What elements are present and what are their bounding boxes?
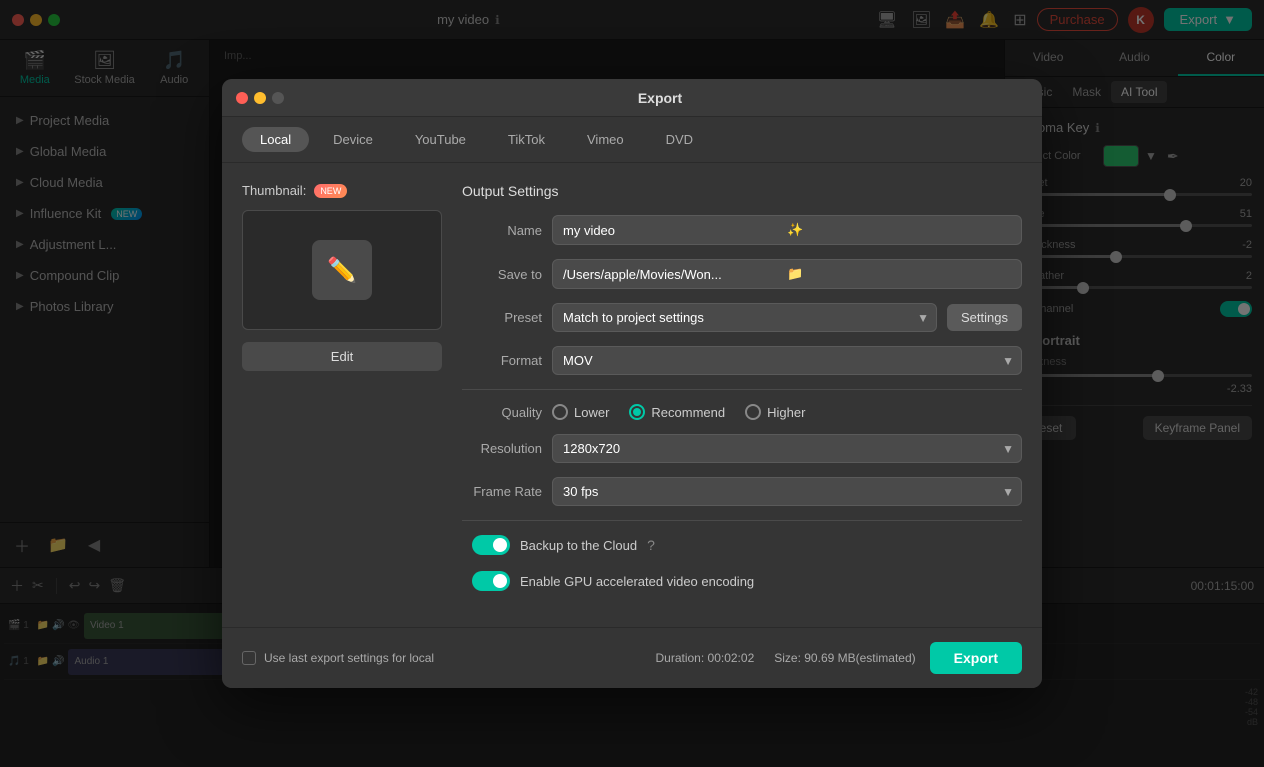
duration-value: 00:02:02 — [708, 651, 755, 665]
export-modal: Export Local Device YouTube TikTok Vimeo… — [222, 79, 1042, 688]
modal-close-dot[interactable] — [236, 92, 248, 104]
last-settings-checkbox[interactable] — [242, 651, 256, 665]
modal-title: Export — [292, 90, 1028, 106]
footer-info: Duration: 00:02:02 Size: 90.69 MB(estima… — [655, 651, 915, 665]
recommend-label: Recommend — [651, 405, 725, 420]
thumbnail-label: Thumbnail: NEW — [242, 183, 442, 198]
gpu-toggle[interactable] — [472, 571, 510, 591]
format-select[interactable]: MOV — [552, 346, 1022, 375]
backup-help-icon[interactable]: ? — [647, 537, 655, 553]
framerate-row: Frame Rate 30 fps ▼ — [462, 477, 1022, 506]
preset-select[interactable]: Match to project settings — [552, 303, 937, 332]
higher-radio-circle — [745, 404, 761, 420]
preset-row: Preset Match to project settings ▼ Setti… — [462, 303, 1022, 332]
modal-footer: Use last export settings for local Durat… — [222, 627, 1042, 688]
backup-label: Backup to the Cloud — [520, 538, 637, 553]
format-label: Format — [462, 353, 542, 368]
preset-label: Preset — [462, 310, 542, 325]
last-settings-label: Use last export settings for local — [264, 651, 434, 665]
lower-radio-circle — [552, 404, 568, 420]
settings-button[interactable]: Settings — [947, 304, 1022, 331]
quality-higher[interactable]: Higher — [745, 404, 805, 420]
quality-row: Quality Lower Recommend Higher — [462, 404, 1022, 420]
modal-tab-dvd[interactable]: DVD — [648, 127, 711, 152]
edit-thumbnail-button[interactable]: Edit — [242, 342, 442, 371]
quality-radio-group: Lower Recommend Higher — [552, 404, 805, 420]
size-info: Size: 90.69 MB(estimated) — [774, 651, 915, 665]
name-value: my video — [563, 223, 787, 238]
name-row: Name my video ✨ — [462, 215, 1022, 245]
quality-lower[interactable]: Lower — [552, 404, 609, 420]
framerate-select[interactable]: 30 fps — [552, 477, 1022, 506]
resolution-row: Resolution 1280x720 ▼ — [462, 434, 1022, 463]
lower-label: Lower — [574, 405, 609, 420]
modal-tab-youtube[interactable]: YouTube — [397, 127, 484, 152]
folder-icon[interactable]: 📁 — [787, 266, 1011, 282]
name-input-wrap: my video ✨ — [552, 215, 1022, 245]
quality-label: Quality — [462, 405, 542, 420]
framerate-select-wrap: 30 fps ▼ — [552, 477, 1022, 506]
modal-tab-tiktok[interactable]: TikTok — [490, 127, 563, 152]
backup-row: Backup to the Cloud ? — [462, 535, 1022, 555]
save-to-value: /Users/apple/Movies/Won... — [563, 267, 787, 282]
name-label: Name — [462, 223, 542, 238]
framerate-label: Frame Rate — [462, 484, 542, 499]
separator-2 — [462, 520, 1022, 521]
thumbnail-inner: ✏️ — [312, 240, 372, 300]
backup-toggle[interactable] — [472, 535, 510, 555]
gpu-row: Enable GPU accelerated video encoding — [462, 571, 1022, 591]
higher-label: Higher — [767, 405, 805, 420]
ai-edit-icon[interactable]: ✨ — [787, 222, 1011, 238]
modal-tab-local[interactable]: Local — [242, 127, 309, 152]
preset-select-wrap: Match to project settings ▼ — [552, 303, 937, 332]
resolution-select-wrap: 1280x720 ▼ — [552, 434, 1022, 463]
gpu-label: Enable GPU accelerated video encoding — [520, 574, 754, 589]
recommend-radio-circle — [629, 404, 645, 420]
separator-1 — [462, 389, 1022, 390]
duration-info: Duration: 00:02:02 — [655, 651, 754, 665]
resolution-select[interactable]: 1280x720 — [552, 434, 1022, 463]
modal-tab-vimeo[interactable]: Vimeo — [569, 127, 642, 152]
modal-tab-device[interactable]: Device — [315, 127, 391, 152]
modal-left: Thumbnail: NEW ✏️ Edit — [242, 183, 442, 607]
format-row: Format MOV ▼ — [462, 346, 1022, 375]
save-to-row: Save to /Users/apple/Movies/Won... 📁 — [462, 259, 1022, 289]
modal-overlay: Export Local Device YouTube TikTok Vimeo… — [0, 0, 1264, 767]
thumbnail-new-badge: NEW — [314, 184, 347, 198]
modal-minimize-dot[interactable] — [254, 92, 266, 104]
modal-fullscreen-dot[interactable] — [272, 92, 284, 104]
footer-checkbox: Use last export settings for local — [242, 651, 434, 665]
modal-titlebar: Export — [222, 79, 1042, 117]
modal-tabs: Local Device YouTube TikTok Vimeo DVD — [222, 117, 1042, 163]
quality-recommend[interactable]: Recommend — [629, 404, 725, 420]
save-to-input-wrap: /Users/apple/Movies/Won... 📁 — [552, 259, 1022, 289]
modal-right: Output Settings Name my video ✨ Save to … — [462, 183, 1022, 607]
save-to-label: Save to — [462, 267, 542, 282]
duration-label: Duration: — [655, 651, 704, 665]
export-final-button[interactable]: Export — [930, 642, 1022, 674]
format-select-wrap: MOV ▼ — [552, 346, 1022, 375]
resolution-label: Resolution — [462, 441, 542, 456]
thumbnail-box: ✏️ — [242, 210, 442, 330]
edit-icon: ✏️ — [327, 256, 357, 285]
output-settings-title: Output Settings — [462, 183, 1022, 199]
modal-body: Thumbnail: NEW ✏️ Edit Output Settings N… — [222, 163, 1042, 627]
modal-window-controls — [236, 92, 284, 104]
